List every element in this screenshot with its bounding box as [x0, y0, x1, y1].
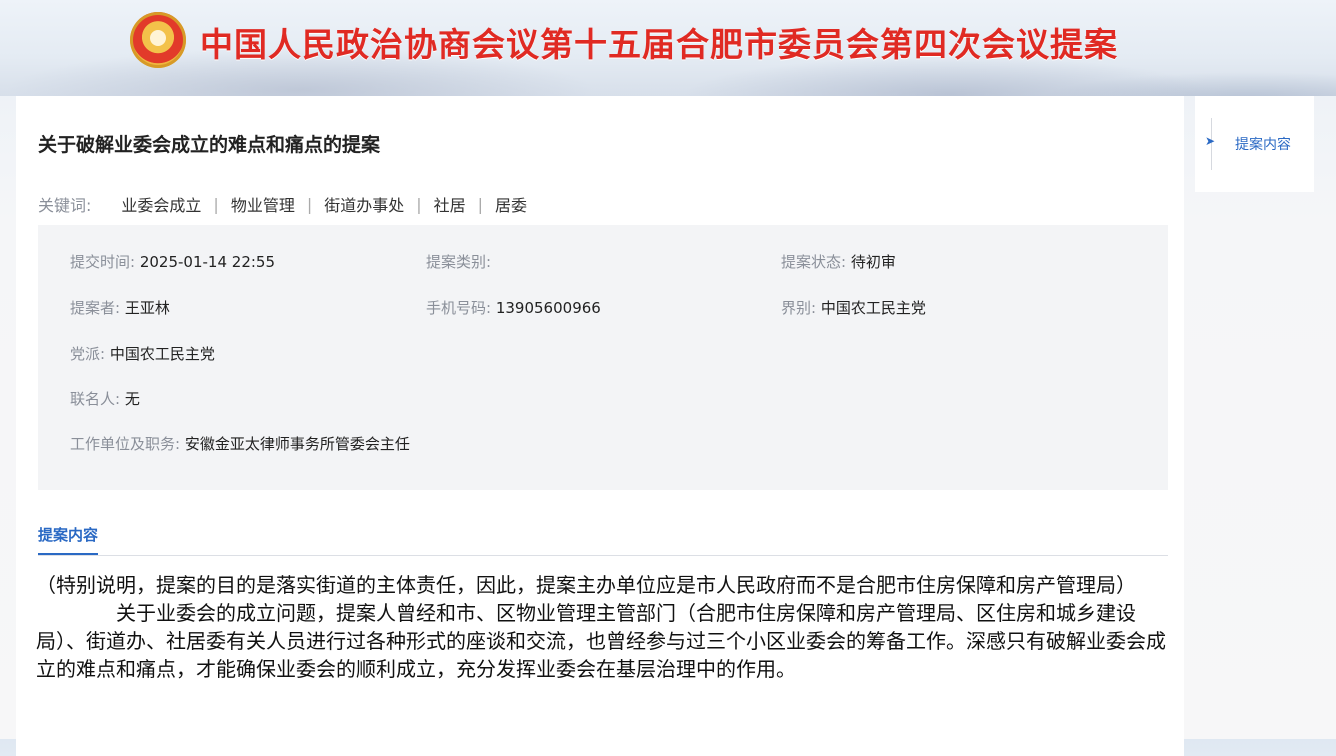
proposer-value: 王亚林 — [124, 299, 170, 317]
submit-time-label: 提交时间: — [70, 253, 136, 271]
proposal-panel: 关于破解业委会成立的难点和痛点的提案 关键词: 业委会成立 | 物业管理 | 街… — [16, 96, 1184, 756]
keyword-tag: 街道办事处 — [324, 196, 405, 215]
proposer-label: 提案者: — [70, 299, 121, 317]
work-label: 工作单位及职务: — [70, 435, 181, 453]
proposal-info-box: 提交时间: 2025-01-14 22:55 提案类别: 提案状态: 待初审 提… — [38, 225, 1168, 490]
submit-time-field: 提交时间: 2025-01-14 22:55 — [70, 251, 275, 272]
keyword-tag: 社居 — [433, 196, 466, 215]
cppcc-emblem-icon — [130, 12, 186, 68]
category-field: 提案类别: — [426, 251, 491, 272]
proposal-title: 关于破解业委会成立的难点和痛点的提案 — [38, 134, 381, 156]
work-value: 安徽金亚太律师事务所管委会主任 — [184, 435, 410, 453]
status-field: 提案状态: 待初审 — [781, 251, 896, 272]
content-paragraph: 关于业委会的成立问题，提案人曾经和市、区物业管理主管部门（合肥市住房保障和房产管… — [36, 601, 1166, 681]
party-field: 党派: 中国农工民主党 — [70, 343, 215, 364]
submit-time-value: 2025-01-14 22:55 — [139, 253, 276, 271]
party-label: 党派: — [70, 345, 106, 363]
cosigners-label: 联名人: — [70, 390, 121, 408]
keyword-separator: | — [213, 194, 219, 214]
keyword-separator: | — [416, 194, 422, 214]
keyword-tag: 物业管理 — [230, 196, 295, 215]
status-label: 提案状态: — [781, 253, 847, 271]
section-divider — [38, 555, 1168, 556]
status-value: 待初审 — [850, 253, 896, 271]
party-value: 中国农工民主党 — [109, 345, 215, 363]
phone-value: 13905600966 — [495, 299, 601, 317]
work-field: 工作单位及职务: 安徽金亚太律师事务所管委会主任 — [70, 433, 410, 454]
header-banner: 中国人民政治协商会议第十五届合肥市委员会第四次会议提案 — [0, 0, 1336, 96]
keyword-tag: 居委 — [495, 196, 528, 215]
sector-field: 界别: 中国农工民主党 — [781, 297, 926, 318]
arrow-right-icon: ➤ — [1205, 134, 1216, 148]
cosigners-value: 无 — [124, 390, 140, 408]
content-section-heading: 提案内容 — [38, 524, 99, 555]
category-label: 提案类别: — [426, 253, 492, 271]
side-nav: ➤ 提案内容 — [1195, 96, 1314, 192]
content-paragraph: （特别说明，提案的目的是落实街道的主体责任，因此，提案主办单位应是市人民政府而不… — [36, 573, 1136, 597]
banner-title: 中国人民政治协商会议第十五届合肥市委员会第四次会议提案 — [200, 25, 1118, 64]
cosigners-field: 联名人: 无 — [70, 388, 140, 409]
phone-field: 手机号码: 13905600966 — [426, 297, 601, 318]
keyword-separator: | — [477, 194, 484, 214]
keyword-separator: | — [306, 194, 313, 214]
side-nav-link-content[interactable]: 提案内容 — [1235, 134, 1291, 154]
proposer-field: 提案者: 王亚林 — [70, 297, 170, 318]
sector-value: 中国农工民主党 — [820, 299, 926, 317]
keywords-label: 关键词: — [38, 196, 92, 215]
sector-label: 界别: — [781, 299, 817, 317]
proposal-content: （特别说明，提案的目的是落实街道的主体责任，因此，提案主办单位应是市人民政府而不… — [36, 571, 1172, 683]
keyword-tag: 业委会成立 — [121, 196, 202, 215]
keywords-row: 关键词: 业委会成立 | 物业管理 | 街道办事处 | 社居 | 居委 — [38, 192, 537, 216]
phone-label: 手机号码: — [426, 299, 492, 317]
